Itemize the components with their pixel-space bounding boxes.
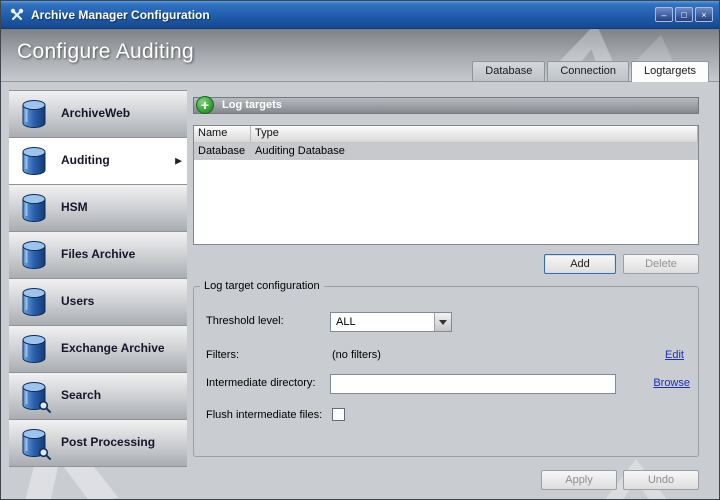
log-target-configuration-group: Log target configuration Threshold level…: [193, 280, 699, 457]
delete-button[interactable]: Delete: [623, 254, 699, 274]
tab-connection[interactable]: Connection: [547, 61, 629, 81]
sidebar-item-files-archive[interactable]: Files Archive: [9, 232, 187, 279]
sidebar-item-label: Users: [61, 295, 116, 309]
column-header-name[interactable]: Name: [194, 126, 251, 142]
log-targets-table: Name Type Database Auditing Database: [193, 125, 699, 245]
minimize-button[interactable]: –: [655, 7, 673, 22]
section-title: Log targets: [222, 99, 282, 111]
filters-row: Filters: (no filters) Edit: [194, 346, 698, 366]
active-item-arrow-icon: ▶: [175, 156, 182, 167]
intermediate-directory-input[interactable]: [330, 374, 616, 394]
exchange-archive-icon: [19, 333, 49, 365]
sidebar-item-label: ArchiveWeb: [61, 107, 152, 121]
threshold-value: ALL: [331, 313, 434, 331]
page-title: Configure Auditing: [17, 40, 194, 64]
app-icon: [9, 7, 25, 23]
add-target-icon: +: [196, 96, 214, 114]
sidebar-item-label: Search: [61, 389, 123, 403]
sidebar-item-label: Exchange Archive: [61, 342, 187, 356]
search-icon: [19, 380, 49, 412]
add-button[interactable]: Add: [544, 254, 616, 274]
intermediate-directory-row: Intermediate directory: Browse: [194, 374, 698, 394]
archiveweb-icon: [19, 98, 49, 130]
users-icon: [19, 286, 49, 318]
auditing-icon: [19, 145, 49, 177]
flush-label: Flush intermediate files:: [206, 409, 322, 421]
tab-database[interactable]: Database: [472, 61, 545, 81]
sidebar-item-hsm[interactable]: HSM: [9, 185, 187, 232]
sidebar-item-post-processing[interactable]: Post Processing: [9, 420, 187, 467]
intermediate-directory-label: Intermediate directory:: [206, 377, 315, 389]
app-window: Archive Manager Configuration – □ × Conf…: [0, 0, 720, 500]
threshold-dropdown[interactable]: ALL: [330, 312, 452, 332]
dropdown-button[interactable]: [434, 313, 451, 331]
window-title: Archive Manager Configuration: [31, 8, 210, 22]
tab-strip: Database Connection Logtargets: [470, 61, 709, 81]
cell-type: Auditing Database: [251, 143, 349, 160]
sidebar-item-auditing[interactable]: Auditing ▶: [9, 138, 187, 185]
flush-checkbox[interactable]: [332, 408, 345, 421]
threshold-row: Threshold level: ALL: [194, 312, 698, 332]
hsm-icon: [19, 192, 49, 224]
filters-value: (no filters): [332, 349, 381, 361]
group-title: Log target configuration: [200, 280, 324, 292]
apply-button[interactable]: Apply: [541, 470, 617, 490]
sidebar-item-exchange-archive[interactable]: Exchange Archive: [9, 326, 187, 373]
content-area: ArchiveWeb Auditing ▶: [1, 81, 719, 500]
main-panel: + Log targets Name Type Database Auditin…: [193, 82, 699, 500]
close-button[interactable]: ×: [695, 7, 713, 22]
titlebar: Archive Manager Configuration – □ ×: [1, 1, 719, 29]
column-header-type[interactable]: Type: [251, 126, 698, 142]
log-targets-header: + Log targets: [193, 97, 699, 114]
sidebar: ArchiveWeb Auditing ▶: [9, 90, 187, 467]
table-row[interactable]: Database Auditing Database: [194, 143, 698, 160]
browse-link[interactable]: Browse: [653, 377, 690, 389]
chevron-down-icon: [439, 320, 447, 325]
filters-label: Filters:: [206, 349, 239, 361]
sidebar-item-search[interactable]: Search: [9, 373, 187, 420]
sidebar-item-archiveweb[interactable]: ArchiveWeb: [9, 91, 187, 138]
threshold-label: Threshold level:: [206, 315, 284, 327]
post-processing-icon: [19, 427, 49, 459]
window-controls: – □ ×: [655, 7, 713, 22]
undo-button[interactable]: Undo: [623, 470, 699, 490]
edit-link[interactable]: Edit: [665, 349, 684, 361]
sidebar-item-label: HSM: [61, 201, 110, 215]
cell-name: Database: [194, 143, 251, 160]
sidebar-item-label: Post Processing: [61, 436, 177, 450]
sidebar-item-label: Auditing: [61, 154, 132, 168]
magnifier-icon: [38, 447, 52, 461]
maximize-button[interactable]: □: [675, 7, 693, 22]
sidebar-item-label: Files Archive: [61, 248, 157, 262]
table-header: Name Type: [194, 126, 698, 143]
magnifier-icon: [38, 400, 52, 414]
files-archive-icon: [19, 239, 49, 271]
tab-logtargets[interactable]: Logtargets: [631, 61, 709, 82]
flush-row: Flush intermediate files:: [194, 406, 698, 426]
sidebar-item-users[interactable]: Users: [9, 279, 187, 326]
